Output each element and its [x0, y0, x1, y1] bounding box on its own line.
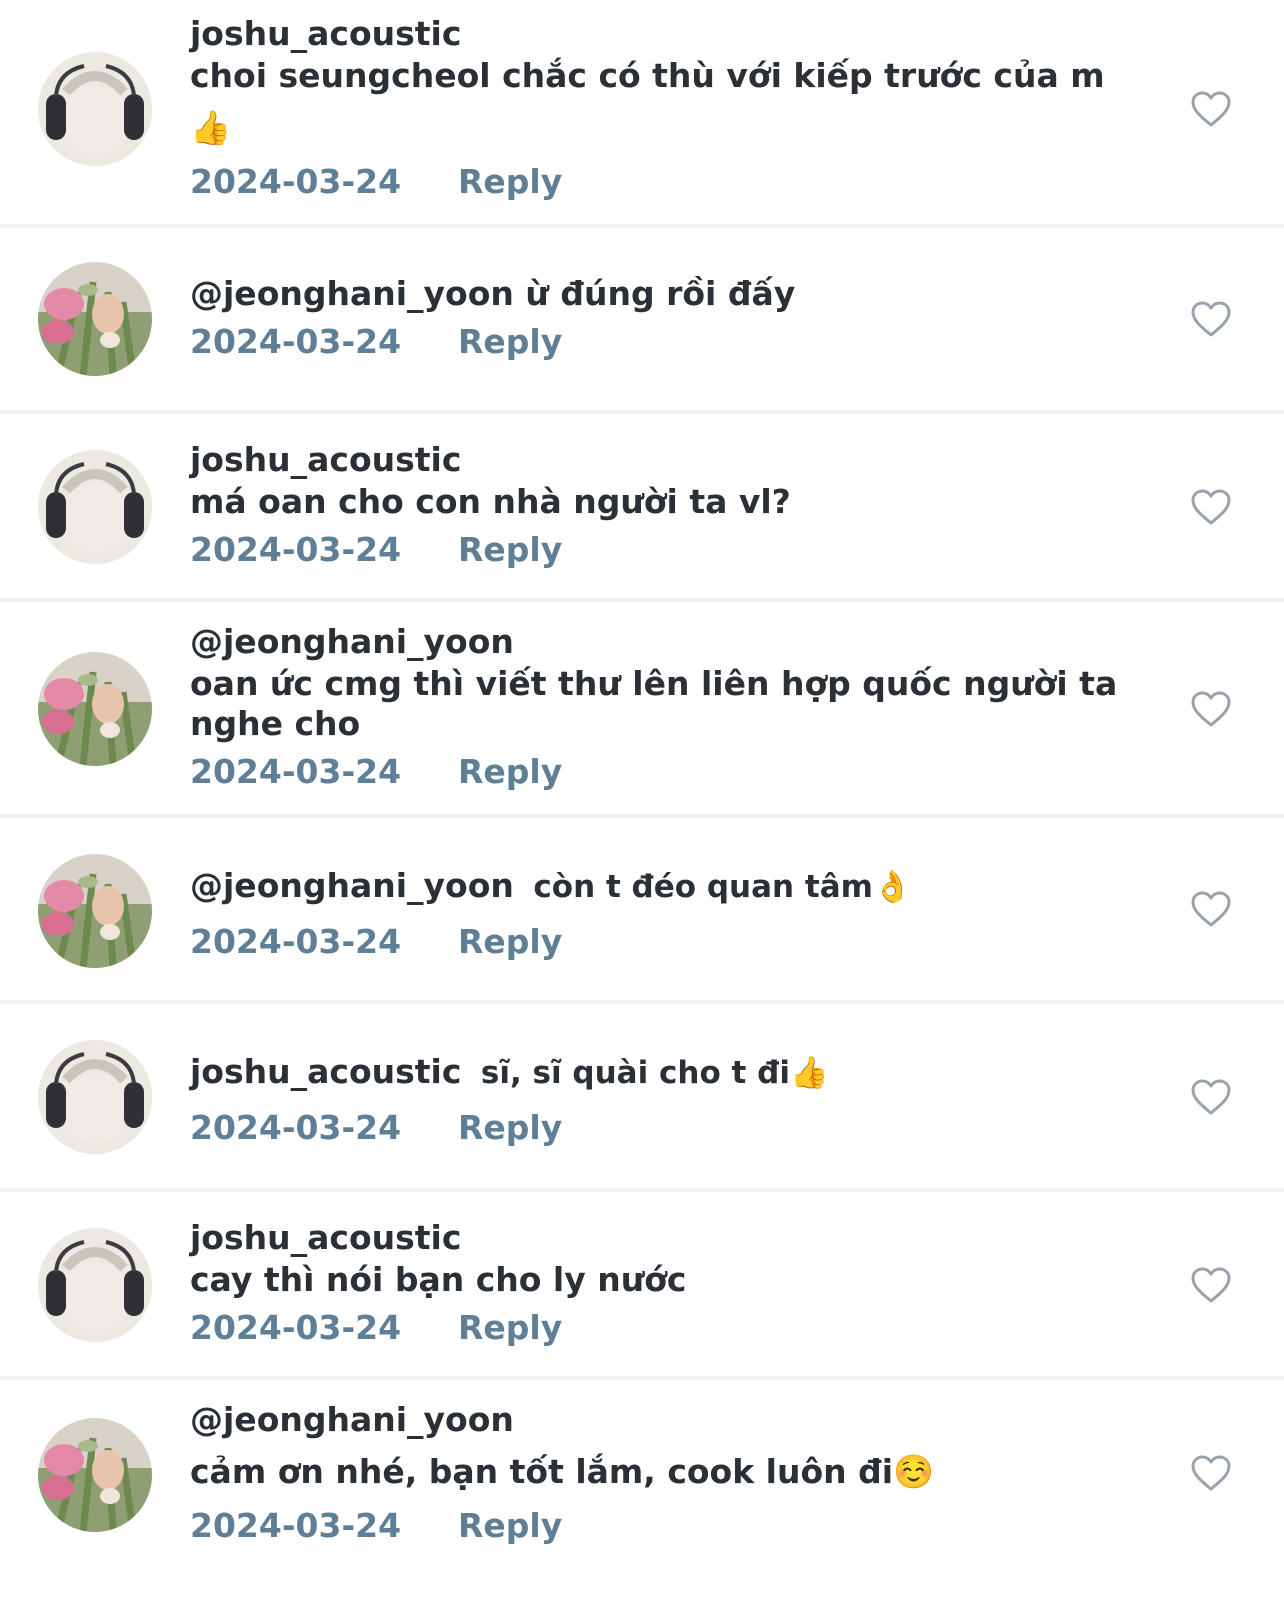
- avatar[interactable]: [38, 652, 152, 766]
- comment-item: @jeonghani_yoon oan ức cmg thì viết thư …: [0, 602, 1284, 818]
- comment-item: joshu_acoustic má oan cho con nhà người …: [0, 414, 1284, 602]
- comment-date: 2024-03-24: [190, 1506, 402, 1545]
- heart-outline-icon[interactable]: [1190, 90, 1232, 128]
- comment-text: còn t đéo quan tâm👌: [533, 869, 912, 905]
- reply-button[interactable]: Reply: [458, 1108, 562, 1148]
- comment-date: 2024-03-24: [190, 752, 402, 791]
- reply-button[interactable]: Reply: [458, 752, 562, 792]
- heart-outline-icon[interactable]: [1190, 1078, 1232, 1116]
- heart-outline-icon[interactable]: [1190, 690, 1232, 728]
- comment-item: @jeonghani_yoon còn t đéo quan tâm👌 2024…: [0, 818, 1284, 1004]
- avatar[interactable]: [38, 450, 152, 564]
- comment-date: 2024-03-24: [190, 322, 402, 361]
- comment-item: @jeonghani_yoon ừ đúng rồi đấy 2024-03-2…: [0, 228, 1284, 414]
- comment-author[interactable]: joshu_acoustic: [190, 1218, 461, 1258]
- heart-outline-icon[interactable]: [1190, 1454, 1232, 1492]
- heart-outline-icon[interactable]: [1190, 488, 1232, 526]
- comment-date: 2024-03-24: [190, 162, 402, 201]
- comment-item: @jeonghani_yoon cảm ơn nhé, bạn tốt lắm,…: [0, 1380, 1284, 1611]
- comment-text: cay thì nói bạn cho ly nước: [190, 1260, 687, 1299]
- comment-author[interactable]: @jeonghani_yoon: [190, 866, 514, 905]
- comment-text: cảm ơn nhé, bạn tốt lắm, cook luôn đi☺️: [190, 1452, 935, 1491]
- reply-button[interactable]: Reply: [458, 162, 562, 202]
- comment-text: choi seungcheol chắc có thù với kiếp trư…: [190, 56, 1105, 95]
- comment-text: nghe cho: [190, 704, 361, 743]
- comment-date: 2024-03-24: [190, 530, 402, 569]
- heart-outline-icon[interactable]: [1190, 890, 1232, 928]
- reply-button[interactable]: Reply: [458, 530, 562, 570]
- comment-date: 2024-03-24: [190, 922, 402, 961]
- heart-outline-icon[interactable]: [1190, 300, 1232, 338]
- comment-text: 👍: [190, 108, 232, 147]
- avatar[interactable]: [38, 1418, 152, 1532]
- comment-item: joshu_acoustic choi seungcheol chắc có t…: [0, 0, 1284, 228]
- comment-author[interactable]: joshu_acoustic: [190, 1052, 461, 1091]
- comment-date: 2024-03-24: [190, 1308, 402, 1347]
- comment-text: oan ức cmg thì viết thư lên liên hợp quố…: [190, 664, 1118, 703]
- reply-button[interactable]: Reply: [458, 322, 562, 362]
- comment-text: má oan cho con nhà người ta vl?: [190, 482, 791, 521]
- comment-text: sĩ, sĩ quài cho t đi👍: [480, 1055, 829, 1091]
- comment-text: @jeonghani_yoon ừ đúng rồi đấy: [190, 274, 796, 313]
- comment-author[interactable]: joshu_acoustic: [190, 440, 461, 480]
- reply-button[interactable]: Reply: [458, 1506, 562, 1546]
- avatar[interactable]: [38, 52, 152, 166]
- heart-outline-icon[interactable]: [1190, 1266, 1232, 1304]
- avatar[interactable]: [38, 1040, 152, 1154]
- reply-button[interactable]: Reply: [458, 1308, 562, 1348]
- comment-item: joshu_acoustic sĩ, sĩ quài cho t đi👍 202…: [0, 1004, 1284, 1192]
- comment-date: 2024-03-24: [190, 1108, 402, 1147]
- reply-button[interactable]: Reply: [458, 922, 562, 962]
- comment-author[interactable]: @jeonghani_yoon: [190, 1400, 514, 1440]
- avatar[interactable]: [38, 262, 152, 376]
- comment-list: joshu_acoustic choi seungcheol chắc có t…: [0, 0, 1284, 1611]
- comment-author[interactable]: joshu_acoustic: [190, 14, 461, 54]
- comment-author[interactable]: @jeonghani_yoon: [190, 622, 514, 662]
- avatar[interactable]: [38, 1228, 152, 1342]
- avatar[interactable]: [38, 854, 152, 968]
- comment-item: joshu_acoustic cay thì nói bạn cho ly nư…: [0, 1192, 1284, 1380]
